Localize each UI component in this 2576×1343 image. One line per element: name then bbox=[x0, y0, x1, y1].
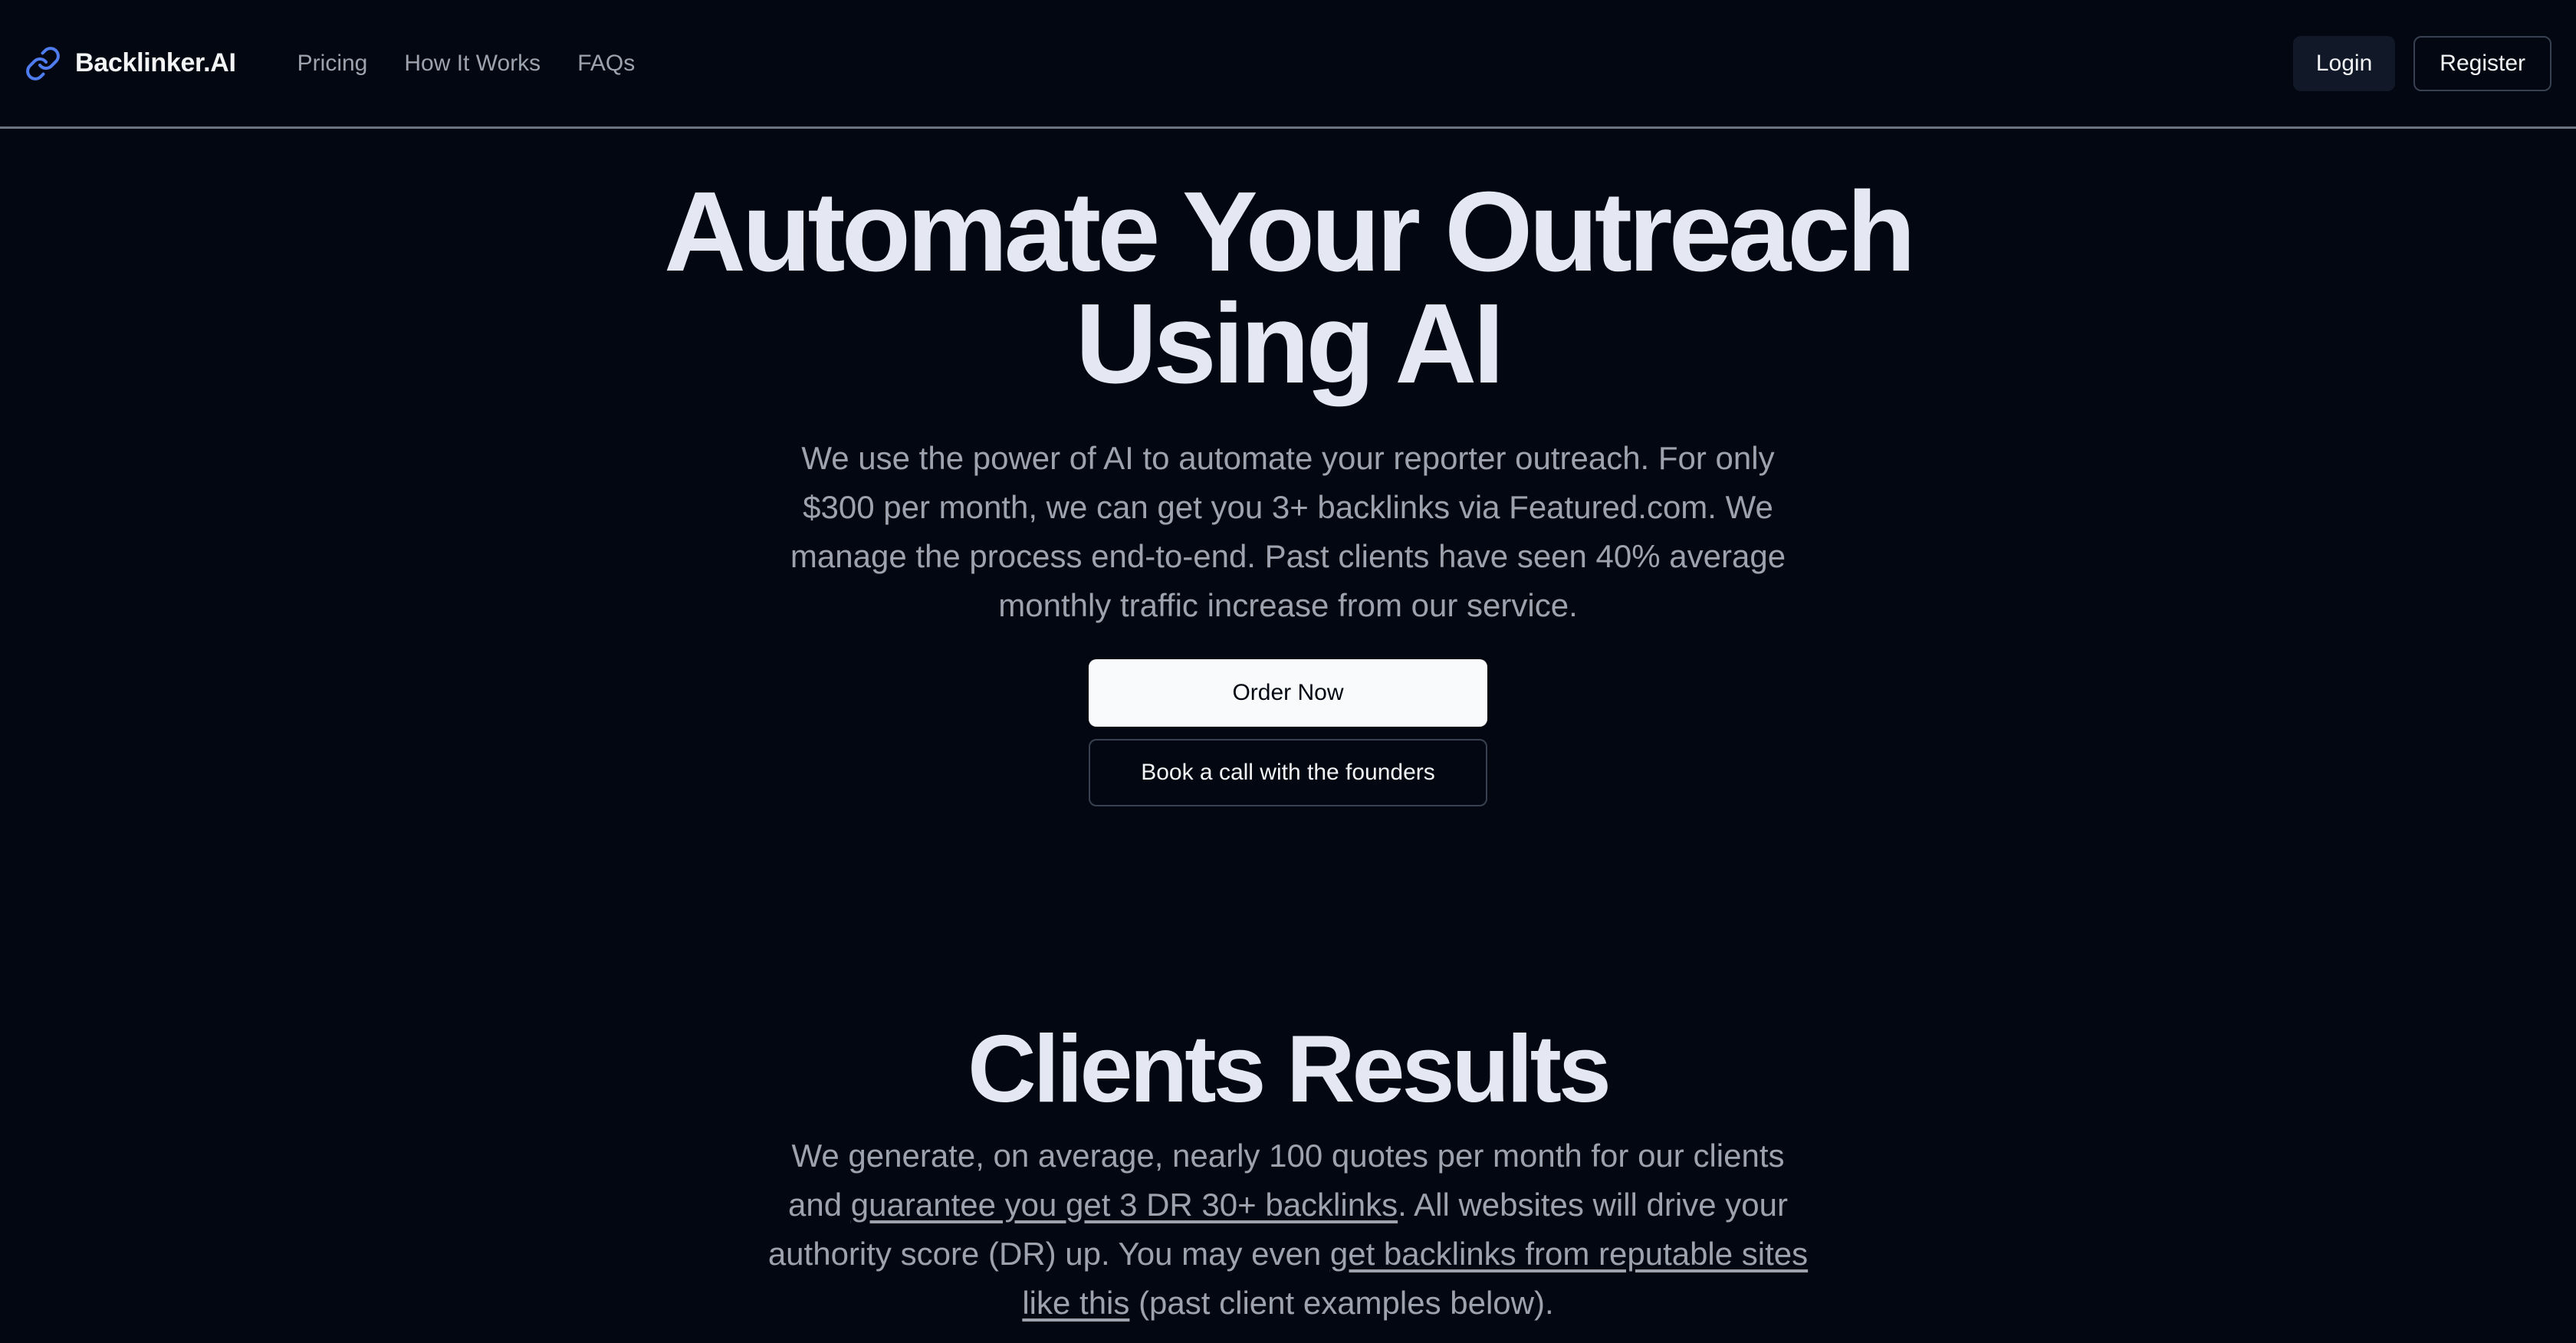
brand-link[interactable]: Backlinker.AI bbox=[25, 45, 236, 82]
results-title: Clients Results bbox=[968, 1016, 1612, 1122]
main-nav: Pricing How It Works FAQs bbox=[297, 51, 636, 77]
nav-pricing[interactable]: Pricing bbox=[297, 51, 368, 77]
site-header: Backlinker.AI Pricing How It Works FAQs … bbox=[0, 0, 2576, 129]
register-button[interactable]: Register bbox=[2413, 35, 2551, 91]
link-icon bbox=[26, 46, 60, 80]
login-button[interactable]: Login bbox=[2292, 35, 2396, 91]
cta-group: Order Now Book a call with the founders bbox=[1089, 659, 1487, 806]
hero-title: Automate Your Outreach Using AI bbox=[636, 176, 1940, 401]
nav-faqs[interactable]: FAQs bbox=[577, 51, 635, 77]
hero-section: Automate Your Outreach Using AI We use t… bbox=[0, 176, 2576, 806]
brand-name: Backlinker.AI bbox=[75, 48, 236, 77]
book-call-button[interactable]: Book a call with the founders bbox=[1089, 739, 1487, 806]
guarantee-backlinks-link[interactable]: guarantee you get 3 DR 30+ backlinks bbox=[851, 1187, 1398, 1223]
client-results-section: Clients Results We generate, on average,… bbox=[0, 1012, 2576, 1328]
nav-how-it-works[interactable]: How It Works bbox=[404, 51, 540, 77]
hero-description: We use the power of AI to automate your … bbox=[790, 440, 1786, 623]
hero-title-line2: Using AI bbox=[1075, 281, 1505, 407]
results-description: We generate, on average, nearly 100 quot… bbox=[767, 1131, 1809, 1328]
order-now-button[interactable]: Order Now bbox=[1089, 659, 1487, 727]
hero-title-line1: Automate Your Outreach bbox=[664, 169, 1916, 295]
results-text-3: (past client examples below). bbox=[1129, 1285, 1554, 1321]
auth-buttons: Login Register bbox=[2292, 35, 2551, 91]
